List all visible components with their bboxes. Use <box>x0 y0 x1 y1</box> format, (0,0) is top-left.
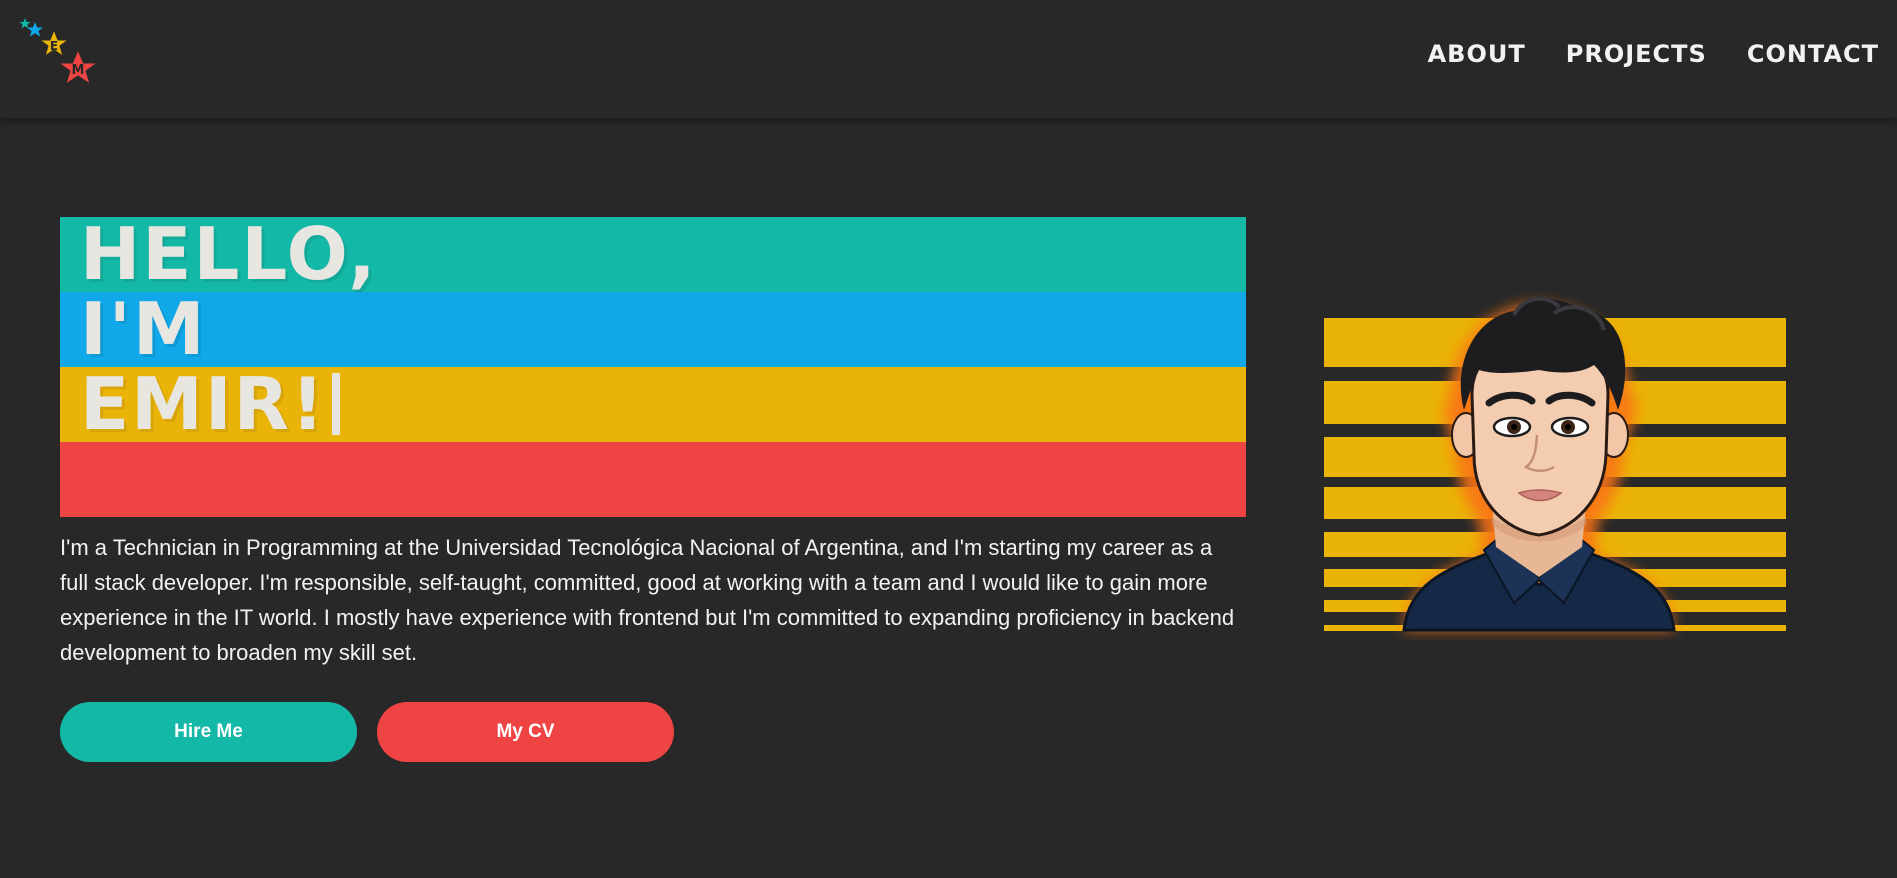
stripe-blue <box>60 292 1246 367</box>
hire-me-button[interactable]: Hire Me <box>60 702 357 762</box>
nav-projects-link[interactable]: PROJECTS <box>1566 40 1707 68</box>
nav-contact-link[interactable]: CONTACT <box>1747 40 1879 68</box>
avatar <box>1324 285 1786 640</box>
hero-name: EMIR! <box>80 362 326 446</box>
my-cv-button[interactable]: My CV <box>377 702 674 762</box>
hero-greeting-line2: I'M <box>80 287 207 371</box>
intro-paragraph: I'm a Technician in Programming at the U… <box>60 535 1235 665</box>
logo-letter-e: E <box>50 39 58 53</box>
hero-banner: HELLO, I'M EMIR! <box>60 217 1246 517</box>
avatar-illustration-icon <box>1324 296 1786 632</box>
typing-cursor <box>331 373 340 435</box>
main-nav: ABOUT PROJECTS CONTACT <box>1428 40 1879 68</box>
logo-stars-icon: E M <box>19 18 99 86</box>
logo-letter-m: M <box>72 63 85 78</box>
hero-greeting-line1: HELLO, <box>80 212 378 296</box>
site-header: E M ABOUT PROJECTS CONTACT <box>0 0 1897 118</box>
hero-greeting-line3: EMIR! <box>80 367 340 442</box>
logo[interactable]: E M <box>18 16 102 100</box>
nav-about-link[interactable]: ABOUT <box>1428 40 1526 68</box>
stripe-red <box>60 442 1246 517</box>
